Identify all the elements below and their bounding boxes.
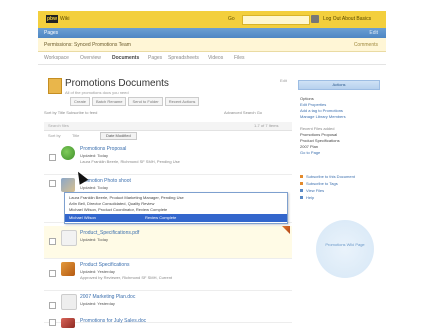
sidebar-item[interactable]: View Files — [306, 188, 324, 193]
item-thumbnail — [61, 294, 77, 310]
list-item[interactable]: Promotions for July Sales.doc — [44, 314, 292, 329]
item-title[interactable]: Promotions for July Sales.doc — [80, 318, 146, 324]
item-title[interactable]: Product Specifications — [80, 262, 129, 268]
item-meta: Updated: Yesterday — [80, 269, 115, 274]
item-checkbox[interactable] — [49, 270, 56, 277]
edit-link[interactable]: Edit — [280, 78, 287, 83]
item-meta-detail: Approved by Reviewer, Richmond SF SMH, C… — [80, 275, 173, 280]
recent-actions-button[interactable]: Recent Actions — [164, 97, 200, 106]
list-item[interactable]: Product_Specifications.pdf Updated: Toda… — [44, 226, 292, 259]
sort-label: Sort by — [48, 133, 61, 138]
item-thumbnail — [61, 146, 75, 160]
tab-videos[interactable]: Videos — [208, 55, 223, 61]
sidebar-item: Options — [300, 96, 314, 101]
search-icon[interactable] — [311, 15, 319, 23]
create-button[interactable]: Create — [70, 97, 91, 106]
item-title[interactable]: 2007 Marketing Plan.doc — [80, 294, 135, 300]
item-meta: Updated: Today — [80, 153, 108, 158]
sidebar-header: Actions — [298, 80, 380, 90]
item-meta: Updated: Today — [80, 185, 108, 190]
item-checkbox[interactable] — [49, 180, 56, 187]
sidebar-item[interactable]: Product Specifications — [300, 138, 340, 143]
help-icon — [300, 196, 303, 199]
item-meta-detail: Laura Franklin Beerle, Richmond SF SMH, … — [80, 159, 180, 164]
sidebar-section-label: Recent Files added — [300, 126, 335, 131]
app-logo: pbw — [46, 15, 58, 23]
sidebar-item[interactable]: Subscribe to this Document — [306, 174, 355, 179]
sidebar-item[interactable]: Manage Library Members — [300, 114, 346, 119]
sidebar: Actions Options Edit Properties Add a ta… — [296, 70, 380, 329]
user-menu[interactable]: Log Out About Basics — [323, 16, 371, 22]
page-subtitle: All of the promotions docs you need — [65, 90, 129, 95]
tab-bar: Workspace Overview Documents Pages Sprea… — [38, 52, 386, 65]
item-thumbnail — [61, 230, 77, 246]
send-to-folder-button[interactable]: Send to Folder — [128, 97, 163, 106]
sidebar-item[interactable]: Promotions Proposal — [300, 132, 337, 137]
selected-name: Michael Wilson — [69, 215, 96, 220]
sort-subscribe-links[interactable]: Sort by Title Subscribe to feed — [44, 110, 97, 115]
top-toolbar: pbw Wiki Go Log Out About Basics — [38, 11, 386, 28]
rss-icon — [300, 175, 303, 178]
selected-status: Review Complete — [145, 215, 177, 220]
item-thumbnail — [61, 318, 75, 328]
item-checkbox[interactable] — [49, 154, 56, 161]
page-title: Promotions Documents — [65, 78, 169, 89]
dropdown-option[interactable]: Michael Wilson, Product Coordinator, Rev… — [69, 207, 167, 212]
breadcrumb: Permissions: Synced Promotions Team Comm… — [38, 38, 386, 52]
item-meta: Updated: Today — [80, 237, 108, 242]
tab-spreadsheets[interactable]: Spreadsheets — [168, 55, 199, 61]
section-label: Pages — [44, 30, 59, 36]
breadcrumb-text[interactable]: Permissions: Synced Promotions Team — [44, 42, 131, 48]
sort-row: Sort by Title Date Modified — [44, 132, 292, 140]
app-window: pbw Wiki Go Log Out About Basics Pages E… — [38, 0, 386, 329]
folder-icon — [48, 78, 62, 94]
item-count: 1-7 of 7 Items — [254, 123, 279, 128]
rss-icon — [300, 182, 303, 185]
list-search-input[interactable]: Search files — [48, 123, 69, 128]
tab-workspace[interactable]: Workspace — [44, 55, 69, 61]
dropdown-option[interactable]: Laura Franklin Beerle, Product Marketing… — [69, 195, 184, 200]
item-checkbox[interactable] — [49, 302, 56, 309]
batch-rename-button[interactable]: Batch Rename — [92, 97, 127, 106]
sidebar-item[interactable]: Help — [306, 195, 314, 200]
list-toolbar: Search files 1-7 of 7 Items — [44, 122, 292, 131]
tab-files[interactable]: Files — [234, 55, 245, 61]
sidebar-item[interactable]: Add a tag to Promotions — [300, 108, 343, 113]
sidebar-item[interactable]: Edit Properties — [300, 102, 326, 107]
sidebar-item[interactable]: 2007 Plan — [300, 144, 318, 149]
tab-documents[interactable]: Documents — [112, 55, 139, 61]
section-bar: Pages Edit — [38, 28, 386, 38]
wiki-page-label: Promotions Wiki Page — [325, 242, 365, 247]
sidebar-item[interactable]: Go to Page — [300, 150, 320, 155]
item-thumbnail — [61, 262, 75, 276]
wiki-page-widget[interactable]: Promotions Wiki Page — [316, 220, 374, 278]
file-icon — [300, 189, 303, 192]
item-checkbox[interactable] — [49, 238, 56, 245]
filter-row: Sort by Title Subscribe to feed Advanced… — [44, 110, 292, 118]
section-edit-link[interactable]: Edit — [369, 30, 378, 36]
comments-link[interactable]: Comments — [354, 42, 378, 48]
header-actions: Create Batch Rename Send to Folder Recent A… — [70, 97, 201, 106]
item-title[interactable]: Product_Specifications.pdf — [80, 230, 139, 236]
dropdown-option[interactable]: Arlin Bell, Director Consolidated, Quali… — [69, 201, 154, 206]
tab-overview[interactable]: Overview — [80, 55, 101, 61]
sort-date-button[interactable]: Date Modified — [100, 132, 137, 140]
sidebar-item[interactable]: Subscribe to Tags — [306, 181, 338, 186]
item-checkbox[interactable] — [49, 319, 56, 326]
app-name: Wiki — [60, 16, 70, 22]
dropdown-selected-option[interactable]: Michael Wilson Review Complete — [65, 214, 287, 222]
sort-title[interactable]: Title — [72, 133, 79, 138]
item-meta: Updated: Yesterday — [80, 301, 115, 306]
reviewer-dropdown[interactable]: Laura Franklin Beerle, Product Marketing… — [64, 192, 288, 224]
item-thumbnail — [61, 178, 75, 192]
tab-pages[interactable]: Pages — [148, 55, 162, 61]
advanced-search-link[interactable]: Advanced Search Go — [224, 110, 262, 115]
search-input[interactable] — [242, 15, 310, 25]
search-label: Go — [228, 16, 235, 22]
list-item[interactable]: Product Specifications Updated: Yesterda… — [44, 258, 292, 291]
item-title[interactable]: Promotions Proposal — [80, 146, 126, 152]
document-library: Promotions Documents All of the promotio… — [44, 70, 292, 329]
